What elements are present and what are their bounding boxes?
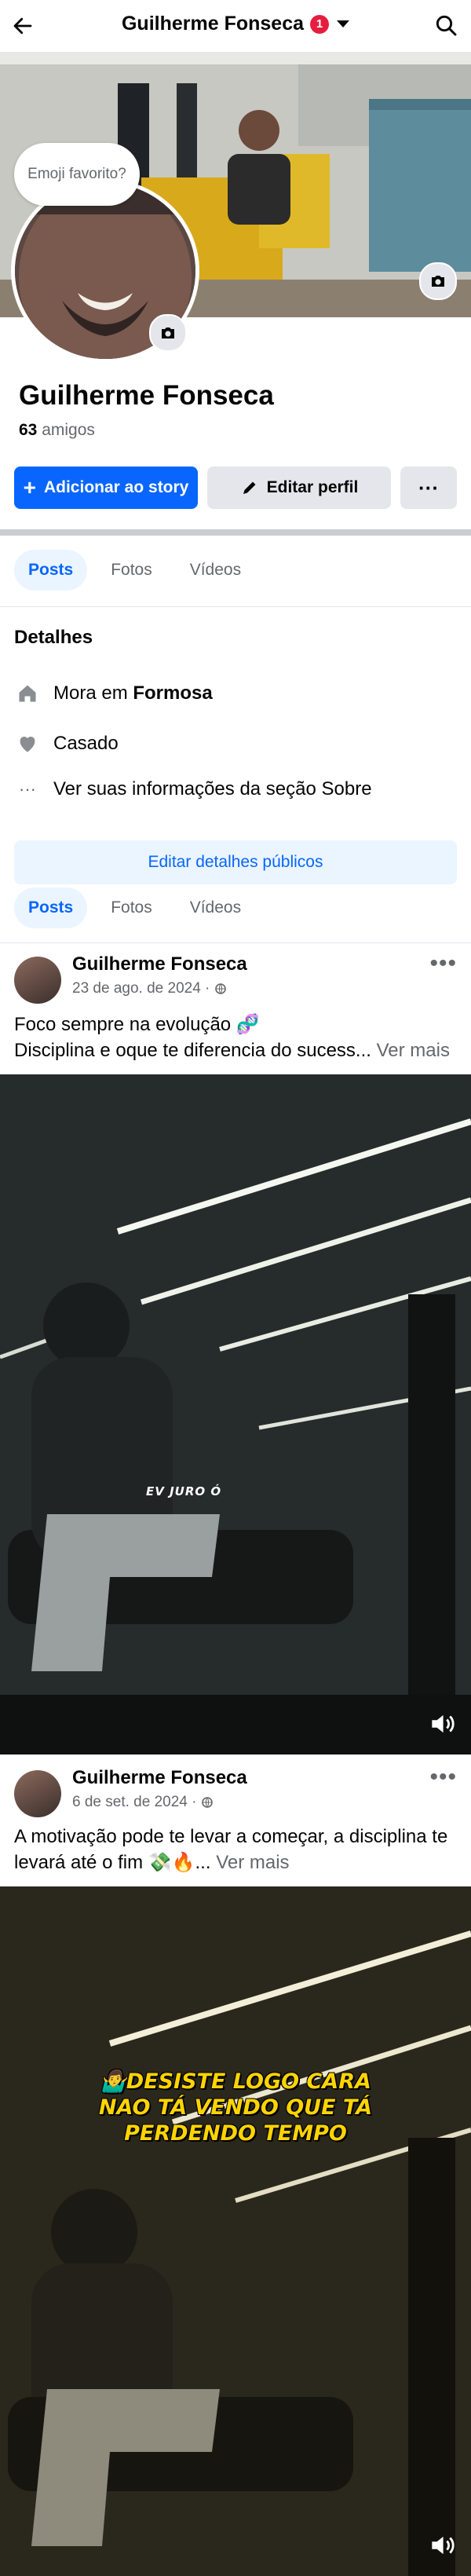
profile-switcher[interactable]: Guilherme Fonseca 1 (0, 13, 471, 35)
detail-about-link[interactable]: ··· Ver suas informações da seção Sobre (14, 776, 372, 803)
notification-badge: 1 (310, 14, 330, 34)
see-more-link[interactable]: Ver mais (377, 1040, 450, 1061)
post-meta: 23 de ago. de 2024 · (72, 980, 227, 997)
tab-videos-secondary[interactable]: Vídeos (176, 887, 255, 928)
video-caption: 🤷‍♂️DESISTE LOGO CARA NAO TÁ VENDO QUE T… (98, 2069, 373, 2146)
details-heading: Detalhes (14, 627, 93, 648)
top-bar: Guilherme Fonseca 1 (0, 0, 471, 52)
edit-profile-button[interactable]: Editar perfil (207, 467, 391, 509)
friends-count[interactable]: 63 amigos (19, 421, 95, 440)
post-text-line: A motivação pode te levar a começar, a d… (14, 1826, 448, 1847)
profile-tabs: Posts Fotos Vídeos (14, 550, 255, 591)
post-text: A motivação pode te levar a começar, a d… (14, 1824, 462, 1875)
more-options-button[interactable]: ··· (400, 467, 457, 509)
tab-videos[interactable]: Vídeos (176, 550, 255, 591)
chevron-down-icon (337, 20, 350, 27)
relationship-status: Casado (53, 733, 119, 754)
tab-posts-secondary[interactable]: Posts (14, 887, 88, 928)
post-meta: 6 de set. de 2024 · (72, 1794, 214, 1811)
post-date[interactable]: 23 de ago. de 2024 · (72, 980, 210, 997)
volume-icon[interactable] (427, 2530, 457, 2560)
about-link-label: Ver suas informações da seção Sobre (53, 778, 372, 800)
volume-icon[interactable] (427, 1709, 457, 1739)
post-text-line: Disciplina e oque te diferencia do suces… (14, 1040, 371, 1061)
post-author-avatar[interactable] (14, 957, 61, 1004)
pencil-icon (243, 481, 256, 494)
tab-photos-secondary[interactable]: Fotos (97, 887, 166, 928)
globe-icon (202, 1797, 214, 1808)
edit-cover-camera-icon[interactable] (419, 262, 457, 300)
add-story-label: Adicionar ao story (43, 478, 189, 496)
post-text-line: Foco sempre na evolução 🧬 (14, 1014, 260, 1035)
plus-icon: + (23, 475, 36, 499)
search-icon[interactable] (433, 13, 458, 38)
post-video[interactable]: EV JURO Ó (0, 1074, 471, 1755)
post-date[interactable]: 6 de set. de 2024 · (72, 1794, 196, 1811)
globe-icon (215, 983, 227, 994)
heart-icon (14, 730, 41, 757)
profile-name: Guilherme Fonseca (19, 380, 274, 411)
tab-photos[interactable]: Fotos (97, 550, 166, 591)
ellipsis-icon: ··· (19, 779, 36, 799)
divider (0, 606, 471, 607)
add-to-story-button[interactable]: + Adicionar ao story (14, 467, 198, 509)
gym-video-frame (0, 1886, 471, 2576)
post-author-name[interactable]: Guilherme Fonseca (72, 1767, 247, 1789)
post-options-icon[interactable]: ••• (429, 1764, 457, 1791)
section-divider (0, 529, 471, 536)
see-more-link[interactable]: Ver mais (216, 1852, 289, 1873)
friends-number: 63 (19, 421, 38, 439)
post-video[interactable]: 🤷‍♂️DESISTE LOGO CARA NAO TÁ VENDO QUE T… (0, 1886, 471, 2576)
home-icon (14, 680, 41, 707)
divider (0, 942, 471, 943)
friends-label: amigos (42, 421, 95, 439)
video-overlay-text: EV JURO Ó (146, 1484, 222, 1498)
edit-avatar-camera-icon[interactable] (149, 314, 187, 352)
gym-video-frame (0, 1074, 471, 1755)
tab-posts[interactable]: Posts (14, 550, 88, 591)
header-title: Guilherme Fonseca (121, 13, 305, 35)
post-options-icon[interactable]: ••• (429, 950, 457, 977)
edit-public-details-button[interactable]: Editar detalhes públicos (14, 840, 457, 884)
post-text-line: levará até o fim 💸🔥... (14, 1852, 211, 1873)
detail-relationship: Casado (14, 730, 119, 757)
lives-prefix: Mora em (53, 682, 128, 704)
post-text: Foco sempre na evolução 🧬 Disciplina e o… (14, 1012, 462, 1063)
detail-lives-in: Mora em Formosa (14, 680, 213, 707)
lives-city[interactable]: Formosa (133, 682, 212, 704)
posts-tabs: Posts Fotos Vídeos (14, 887, 255, 928)
post-author-avatar[interactable] (14, 1770, 61, 1817)
edit-profile-label: Editar perfil (266, 478, 359, 496)
emoji-question-bubble[interactable]: Emoji favorito? (14, 143, 140, 206)
post-author-name[interactable]: Guilherme Fonseca (72, 953, 247, 975)
